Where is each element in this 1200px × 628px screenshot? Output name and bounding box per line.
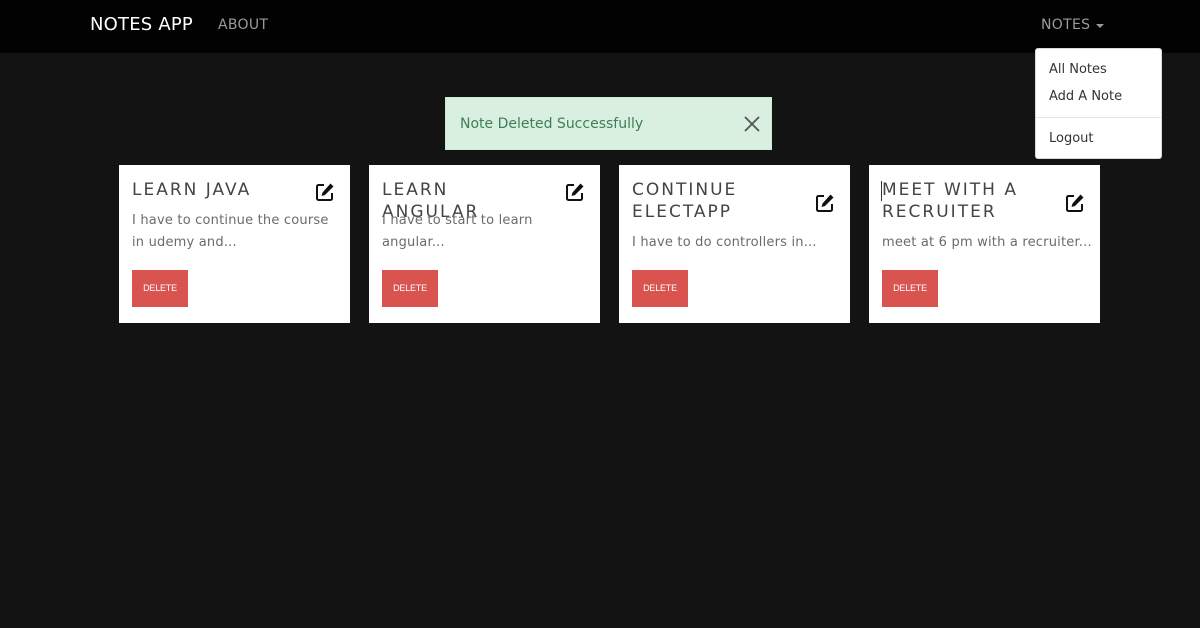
alert-message: Note Deleted Successfully (460, 116, 644, 132)
note-description: I have to continue the course in udemy a… (132, 213, 329, 250)
delete-button[interactable]: DELETE (132, 270, 188, 307)
note-title: LEARN JAVA (132, 180, 252, 200)
edit-icon[interactable] (565, 182, 585, 202)
edit-icon[interactable] (815, 193, 835, 213)
success-alert: Note Deleted Successfully (445, 97, 772, 150)
note-card: MEET WITH A RECRUITER meet at 6 pm with … (869, 165, 1100, 323)
delete-button[interactable]: DELETE (382, 270, 438, 307)
dropdown-divider (1036, 117, 1161, 118)
delete-button[interactable]: DELETE (632, 270, 688, 307)
dropdown-item-logout[interactable]: Logout (1049, 131, 1094, 147)
note-title: CONTINUE ELECTAPP (632, 180, 738, 222)
notes-dropdown-menu: All Notes Add A Note Logout (1035, 48, 1162, 159)
delete-button[interactable]: DELETE (882, 270, 938, 307)
edit-icon[interactable] (315, 182, 335, 202)
nav-notes-label: NOTES (1041, 17, 1091, 33)
dropdown-item-add-note[interactable]: Add A Note (1049, 89, 1122, 105)
nav-notes-dropdown-toggle[interactable]: NOTES (1041, 16, 1105, 34)
edit-icon[interactable] (1065, 193, 1085, 213)
brand-link[interactable]: NOTES APP (90, 13, 193, 37)
note-title: MEET WITH A RECRUITER (882, 180, 1018, 222)
note-card: LEARN ANGULAR I have to start to learn a… (369, 165, 600, 323)
note-card: CONTINUE ELECTAPP I have to do controlle… (619, 165, 850, 323)
caret-down-icon (1096, 23, 1105, 28)
nav-about-link[interactable]: ABOUT (218, 16, 268, 34)
navbar: NOTES APP ABOUT NOTES (0, 0, 1200, 53)
note-description: I have to start to learn angular... (382, 213, 533, 250)
dropdown-item-all-notes[interactable]: All Notes (1049, 62, 1107, 78)
close-icon[interactable] (742, 114, 762, 134)
note-description: meet at 6 pm with a recruiter... (882, 235, 1092, 250)
note-description: I have to do controllers in... (632, 235, 817, 250)
note-card: LEARN JAVA I have to continue the course… (119, 165, 350, 323)
